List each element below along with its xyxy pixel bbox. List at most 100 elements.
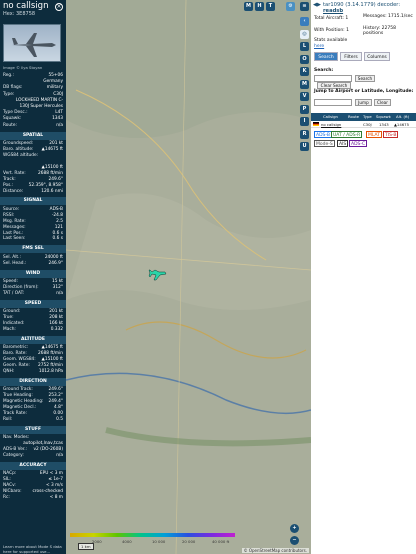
detail-key: Sel. Head.:: [3, 260, 27, 266]
legend-uat[interactable]: UAT / ADS-R: [331, 131, 363, 138]
map-btn-side-3[interactable]: M: [300, 79, 309, 89]
map-canvas[interactable]: [66, 0, 311, 554]
map-btn-side-8[interactable]: U: [300, 142, 309, 151]
legend-adsb[interactable]: ADS-B: [314, 131, 332, 138]
altitude-scale-label: 4000: [122, 539, 132, 544]
detail-value: n/a: [56, 122, 63, 128]
detail-key: Vert. Rate:: [3, 170, 26, 176]
expand-arrows-icon[interactable]: ◀▶: [313, 2, 321, 8]
close-icon[interactable]: ×: [55, 3, 63, 11]
detail-value: 1012.8 hPa: [38, 369, 63, 374]
detail-value: military: [46, 85, 63, 91]
map-btn-m[interactable]: M: [244, 2, 253, 11]
map-btn-h[interactable]: H: [255, 2, 264, 11]
section-stuff[interactable]: STUFF: [0, 425, 66, 434]
detail-value: ▲15100 ft: [41, 357, 63, 363]
aircraft-photo[interactable]: [3, 24, 61, 62]
row-squawk: 1343: [379, 122, 389, 127]
col-type[interactable]: Type: [363, 114, 372, 119]
detail-key: True Heading:: [3, 393, 33, 399]
detail-value: 0.5: [56, 416, 63, 422]
history-count: History: 22758 positions: [363, 26, 396, 36]
footer-note[interactable]: Learn more about Mode S data here for su…: [3, 544, 65, 554]
detail-value: 1343: [52, 116, 63, 122]
table-row[interactable]: no callsign C30J 1343 ▲14675: [311, 121, 416, 128]
map-btn-side-0[interactable]: L: [300, 42, 309, 51]
altitude-color-scale: 2000 4000 10 000 20 000 40 000 ft: [70, 533, 290, 544]
detail-value: 246.9°: [48, 260, 63, 266]
map-btn-side-6[interactable]: I: [300, 117, 309, 126]
detail-value: 24000 ft: [44, 254, 63, 260]
osm-attribution[interactable]: © OpenStreetMap contributors.: [241, 548, 309, 553]
detail-value: ADS-B: [49, 206, 63, 212]
zoom-in-icon[interactable]: +: [290, 524, 299, 533]
detail-row: QNH: 1012.8 hPa: [3, 369, 63, 375]
detail-value: n/a: [56, 453, 63, 458]
detail-key: Speed:: [3, 279, 18, 285]
collapse-panel-icon[interactable]: ‹: [300, 17, 309, 26]
altitude-scale-label: 10 000: [152, 539, 166, 544]
legend-modes[interactable]: Mode-S: [314, 140, 335, 147]
tab-filters[interactable]: Filters: [340, 52, 362, 61]
tab-search[interactable]: Search: [314, 52, 338, 61]
search-input[interactable]: [314, 75, 352, 82]
map-btn-side-5[interactable]: P: [300, 104, 309, 114]
detail-value: 121: [54, 224, 63, 230]
col-callsign[interactable]: Callsign: [323, 114, 338, 119]
row-callsign[interactable]: no callsign: [321, 122, 341, 127]
col-altitude[interactable]: Alt. (ft): [396, 114, 409, 119]
map-btn-t[interactable]: T: [266, 2, 275, 11]
detail-key: Groundspeed:: [3, 141, 34, 147]
jump-button[interactable]: Jump: [355, 99, 372, 106]
detail-key: ADS-B Ver.:: [3, 447, 28, 453]
section-wind[interactable]: WIND: [0, 269, 66, 278]
settings-icon[interactable]: ⚙: [286, 2, 295, 11]
legend-ais[interactable]: AIS: [337, 140, 349, 147]
detail-key: Messages:: [3, 224, 26, 230]
legend-mlat[interactable]: MLAT: [366, 131, 382, 138]
section-accuracy[interactable]: ACCURACY: [0, 461, 66, 470]
detail-value: ▲14675 ft: [41, 345, 63, 351]
detail-key: Category:: [3, 453, 24, 458]
section-altitude[interactable]: ALTITUDE: [0, 335, 66, 344]
stats-here-link[interactable]: here: [314, 44, 324, 49]
detail-key: Type:: [3, 91, 15, 97]
detail-key: Squawk:: [3, 116, 22, 122]
section-fms-sel[interactable]: FMS SEL: [0, 245, 66, 254]
detail-row: Rc: < 8 m: [3, 495, 63, 501]
tab-columns[interactable]: Columns: [364, 52, 390, 61]
detail-key: Nav. Modes:: [3, 435, 30, 441]
map-btn-side-1[interactable]: O: [300, 54, 309, 64]
col-route[interactable]: Route: [348, 114, 359, 119]
detail-value: 253.2°: [48, 393, 63, 399]
detail-value: L4T: [55, 110, 63, 116]
map-btn-side-2[interactable]: K: [300, 67, 309, 76]
col-squawk[interactable]: Squawk: [376, 114, 391, 119]
target-icon[interactable]: ◎: [300, 30, 309, 39]
section-signal[interactable]: SIGNAL: [0, 197, 66, 206]
map-btn-side-7[interactable]: R: [300, 129, 309, 139]
zoom-out-icon[interactable]: −: [290, 536, 299, 545]
detail-key: Ground:: [3, 309, 21, 315]
detail-key: Pos.:: [3, 182, 14, 188]
detail-value: 201 kt: [49, 141, 63, 147]
map-view[interactable]: M H T ⚙ ≡ ‹ ◎ LOKMVPIRU + − 2000 4000 10 0…: [66, 0, 311, 554]
with-position: With Position: 1: [314, 28, 349, 33]
section-spatial[interactable]: SPATIAL: [0, 131, 66, 140]
search-button[interactable]: Search: [355, 75, 375, 82]
detail-value: 0.6 s: [52, 230, 63, 236]
detail-key: SIL:: [3, 477, 11, 483]
section-direction[interactable]: DIRECTION: [0, 377, 66, 386]
detail-row: Type: C30J: [3, 92, 63, 98]
hex-value: 3E8758: [16, 11, 36, 17]
jump-input[interactable]: [314, 99, 352, 106]
detail-value: C30J: [53, 91, 63, 97]
map-btn-side-4[interactable]: V: [300, 92, 309, 101]
clear-button[interactable]: Clear: [374, 99, 391, 106]
clear-search-button[interactable]: Clear Search: [317, 82, 351, 89]
legend-adsc[interactable]: ADS-C: [349, 140, 368, 147]
legend-tisb[interactable]: TIS-B: [383, 131, 399, 138]
layers-icon[interactable]: ≡: [300, 2, 309, 11]
section-speed[interactable]: SPEED: [0, 299, 66, 308]
readsb-link[interactable]: readsb: [323, 8, 343, 14]
